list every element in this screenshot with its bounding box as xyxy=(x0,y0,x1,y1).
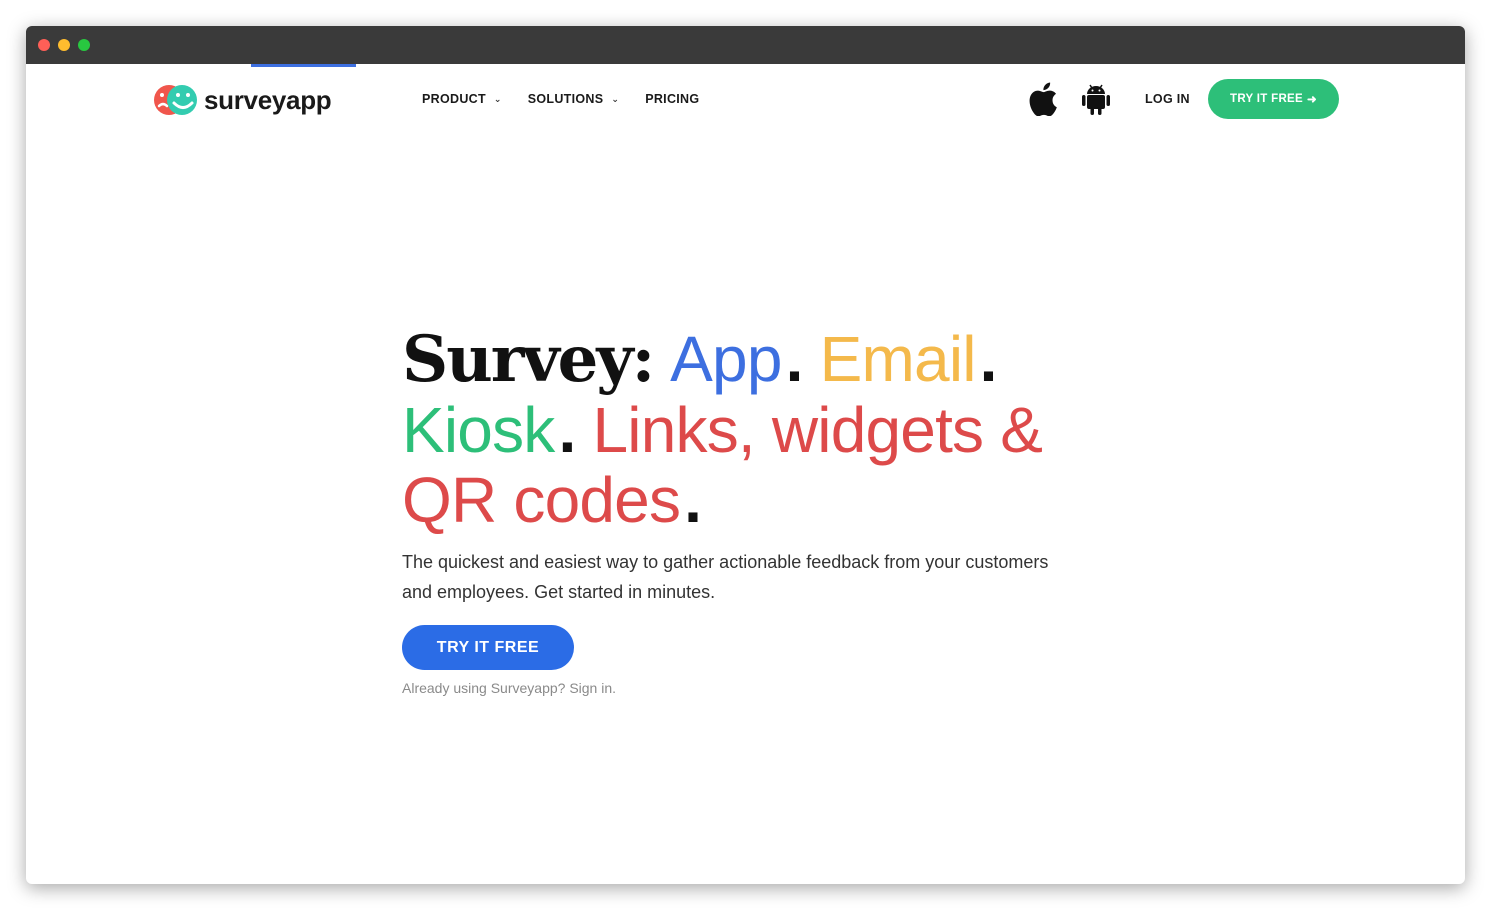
headline-email: Email xyxy=(819,323,977,395)
active-nav-indicator xyxy=(251,64,356,67)
window-titlebar xyxy=(26,26,1465,64)
headline-kiosk: Kiosk xyxy=(402,394,555,466)
headline-qr: QR codes xyxy=(402,464,681,536)
nav-item-label: PRODUCT xyxy=(422,92,486,106)
apple-icon[interactable] xyxy=(1028,82,1058,121)
hero-subtext: The quickest and easiest way to gather a… xyxy=(402,552,1049,602)
login-link[interactable]: LOG IN xyxy=(1145,92,1190,106)
nav-item-label: PRICING xyxy=(645,92,700,106)
hero-try-free-button[interactable]: TRY IT FREE xyxy=(402,625,574,670)
surveyapp-logo[interactable]: surveyapp xyxy=(154,82,332,118)
maximize-window-button[interactable] xyxy=(78,39,90,51)
sign-in-link[interactable]: Already using Surveyapp? Sign in. xyxy=(402,680,1102,696)
hero-headline: Survey: App. Email. Kiosk. Links, widget… xyxy=(402,324,1102,535)
headline-dot: . xyxy=(684,464,702,536)
header-try-free-button[interactable]: TRY IT FREE ➜ xyxy=(1208,79,1339,119)
android-icon[interactable] xyxy=(1081,82,1111,121)
browser-window: surveyapp PRODUCT ⌄ SOLUTIONS ⌄ PRICING xyxy=(26,26,1465,884)
headline-dot: . xyxy=(979,323,998,395)
headline-links: Links, widgets & xyxy=(592,394,1043,466)
nav-item-product[interactable]: PRODUCT ⌄ xyxy=(422,92,502,106)
headline-survey: Survey: xyxy=(402,322,655,397)
surveyapp-logo-icon xyxy=(154,85,197,115)
nav-item-label: SOLUTIONS xyxy=(527,92,604,106)
close-window-button[interactable] xyxy=(38,39,50,51)
headline-dot: . xyxy=(558,394,577,466)
minimize-window-button[interactable] xyxy=(58,39,70,51)
hero-section: Survey: App. Email. Kiosk. Links, widget… xyxy=(402,324,1102,696)
headline-dot: . xyxy=(785,323,804,395)
nav-item-solutions[interactable]: SOLUTIONS ⌄ xyxy=(528,92,619,106)
arrow-right-icon: ➜ xyxy=(1307,94,1317,106)
button-label: TRY IT FREE xyxy=(1230,93,1303,105)
chevron-down-icon: ⌄ xyxy=(493,93,502,104)
chevron-down-icon: ⌄ xyxy=(611,93,620,104)
logo-text: surveyapp xyxy=(204,84,332,115)
headline-app: App xyxy=(670,323,782,395)
nav-item-pricing[interactable]: PRICING xyxy=(645,92,699,106)
main-nav: PRODUCT ⌄ SOLUTIONS ⌄ PRICING xyxy=(422,92,725,106)
